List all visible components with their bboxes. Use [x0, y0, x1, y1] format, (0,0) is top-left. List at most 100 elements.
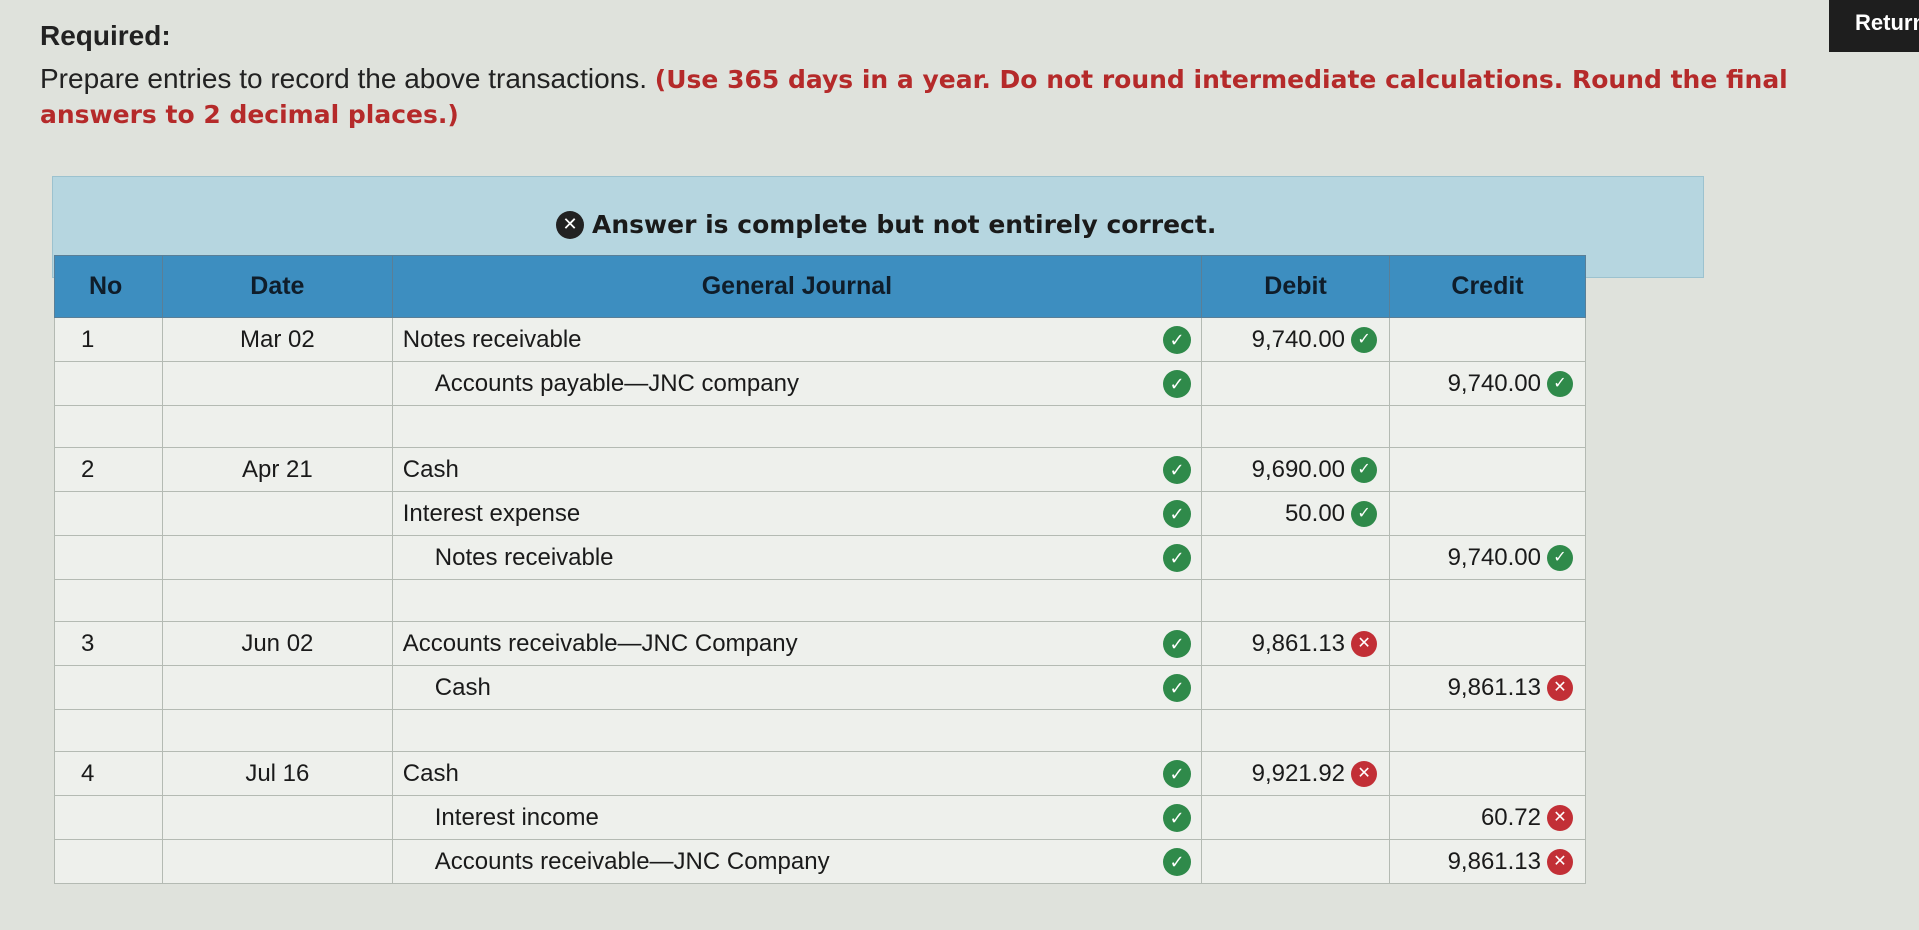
- credit-value: 9,861.13 ✕: [1448, 848, 1573, 876]
- credit-value: 60.72 ✕: [1481, 804, 1573, 832]
- blank-cell[interactable]: [1201, 579, 1391, 622]
- credit-cell[interactable]: 9,861.13 ✕: [1389, 665, 1586, 710]
- date-cell[interactable]: [161, 665, 393, 710]
- entry-number-cell: [54, 361, 163, 406]
- account-cell[interactable]: Interest expense ✓: [391, 491, 1203, 536]
- check-icon: ✓: [1163, 369, 1192, 398]
- date-cell[interactable]: Apr 21: [161, 447, 393, 492]
- blank-cell[interactable]: [391, 579, 1203, 622]
- blank-cell[interactable]: [391, 709, 1203, 752]
- account-cell[interactable]: Notes receivable ✓: [391, 317, 1203, 362]
- blank-cell[interactable]: [1389, 709, 1586, 752]
- date-cell[interactable]: [161, 491, 393, 536]
- entry-number-cell: 1: [54, 317, 163, 362]
- debit-value: 9,740.00 ✓: [1251, 325, 1378, 354]
- credit-cell[interactable]: [1389, 317, 1586, 362]
- check-icon: ✓: [1163, 629, 1192, 658]
- credit-cell[interactable]: [1389, 491, 1586, 536]
- blank-cell[interactable]: [391, 405, 1203, 448]
- credit-cell[interactable]: 9,861.13 ✕: [1389, 839, 1586, 884]
- credit-cell[interactable]: 9,740.00 ✓: [1389, 535, 1586, 580]
- x-circle-icon: ✕: [1351, 630, 1378, 657]
- check-icon: ✓: [1163, 543, 1192, 572]
- return-button[interactable]: Return: [1829, 0, 1919, 52]
- x-circle-icon: ✕: [1547, 674, 1573, 701]
- credit-cell[interactable]: [1389, 621, 1586, 666]
- entry-number-cell: [54, 491, 163, 536]
- credit-cell[interactable]: [1389, 447, 1586, 492]
- account-cell[interactable]: Cash ✓: [391, 751, 1203, 796]
- debit-cell[interactable]: [1201, 665, 1391, 710]
- check-icon: ✓: [1163, 803, 1192, 832]
- x-circle-icon: ✕: [1547, 848, 1573, 875]
- credit-cell[interactable]: 60.72 ✕: [1389, 795, 1586, 840]
- date-cell[interactable]: [161, 535, 393, 580]
- credit-cell[interactable]: [1389, 751, 1586, 796]
- answer-status-banner: ✕ Answer is complete but not entirely co…: [556, 210, 1216, 239]
- debit-cell[interactable]: [1201, 795, 1391, 840]
- account-name: Cash: [402, 759, 459, 787]
- account-name: Cash: [402, 455, 459, 483]
- debit-cell[interactable]: [1201, 535, 1391, 580]
- debit-amount: 50.00: [1284, 499, 1346, 527]
- blank-row: [54, 405, 1586, 448]
- blank-cell[interactable]: [54, 405, 163, 448]
- blank-cell[interactable]: [1201, 405, 1391, 448]
- entry-number-cell: [54, 795, 163, 840]
- header-debit: Debit: [1201, 255, 1391, 318]
- blank-cell[interactable]: [1389, 405, 1586, 448]
- account-cell[interactable]: Accounts payable—JNC company ✓: [391, 361, 1203, 406]
- journal-row: Notes receivable ✓ 9,740.00 ✓: [54, 535, 1586, 580]
- journal-row: 2 Apr 21 Cash ✓ 9,690.00 ✓: [54, 447, 1586, 492]
- account-name: Notes receivable: [434, 543, 614, 571]
- debit-cell[interactable]: 9,690.00 ✓: [1201, 447, 1391, 492]
- blank-cell[interactable]: [161, 709, 393, 752]
- date-cell[interactable]: [161, 361, 393, 406]
- date-cell[interactable]: [161, 795, 393, 840]
- account-cell[interactable]: Cash ✓: [391, 665, 1203, 710]
- x-circle-icon: ✕: [556, 210, 584, 239]
- credit-value: 9,740.00 ✓: [1448, 370, 1573, 398]
- credit-cell[interactable]: 9,740.00 ✓: [1389, 361, 1586, 406]
- credit-value: 9,740.00 ✓: [1448, 544, 1573, 572]
- required-heading: Required:: [40, 20, 171, 51]
- credit-amount: 60.72: [1480, 803, 1541, 831]
- blank-cell[interactable]: [54, 579, 163, 622]
- account-name: Notes receivable: [402, 325, 582, 353]
- header-credit: Credit: [1389, 255, 1586, 318]
- date-cell[interactable]: Mar 02: [161, 317, 393, 362]
- account-name: Interest expense: [402, 499, 581, 527]
- date-cell[interactable]: Jul 16: [161, 751, 393, 796]
- account-cell[interactable]: Accounts receivable—JNC Company ✓: [391, 839, 1203, 884]
- debit-cell[interactable]: 9,921.92 ✕: [1201, 751, 1391, 796]
- account-cell[interactable]: Accounts receivable—JNC Company ✓: [391, 621, 1203, 666]
- debit-cell[interactable]: 9,740.00 ✓: [1201, 317, 1391, 362]
- date-cell[interactable]: Jun 02: [161, 621, 393, 666]
- blank-cell[interactable]: [54, 709, 163, 752]
- debit-value: 50.00 ✓: [1284, 499, 1378, 528]
- journal-body: 1 Mar 02 Notes receivable ✓ 9,740.00 ✓ Account…: [54, 317, 1586, 884]
- blank-cell[interactable]: [1201, 709, 1391, 752]
- entry-number-cell: 4: [54, 751, 163, 796]
- check-icon: ✓: [1547, 370, 1573, 397]
- journal-row: Interest expense ✓ 50.00 ✓: [54, 491, 1586, 536]
- debit-cell[interactable]: [1201, 361, 1391, 406]
- debit-amount: 9,861.13: [1251, 629, 1346, 657]
- blank-cell[interactable]: [161, 405, 393, 448]
- blank-cell[interactable]: [1389, 579, 1586, 622]
- debit-amount: 9,740.00: [1251, 325, 1346, 353]
- account-name: Accounts receivable—JNC Company: [402, 629, 798, 657]
- blank-cell[interactable]: [161, 579, 393, 622]
- account-cell[interactable]: Notes receivable ✓: [391, 535, 1203, 580]
- date-cell[interactable]: [161, 839, 393, 884]
- account-cell[interactable]: Cash ✓: [391, 447, 1203, 492]
- debit-cell[interactable]: 9,861.13 ✕: [1201, 621, 1391, 666]
- debit-cell[interactable]: [1201, 839, 1391, 884]
- account-name: Cash: [434, 673, 491, 701]
- credit-amount: 9,861.13: [1447, 673, 1541, 701]
- blank-row: [54, 709, 1586, 752]
- account-name: Interest income: [434, 803, 599, 831]
- journal-row: Accounts receivable—JNC Company ✓ 9,861.13…: [54, 839, 1586, 884]
- account-cell[interactable]: Interest income ✓: [391, 795, 1203, 840]
- debit-cell[interactable]: 50.00 ✓: [1201, 491, 1391, 536]
